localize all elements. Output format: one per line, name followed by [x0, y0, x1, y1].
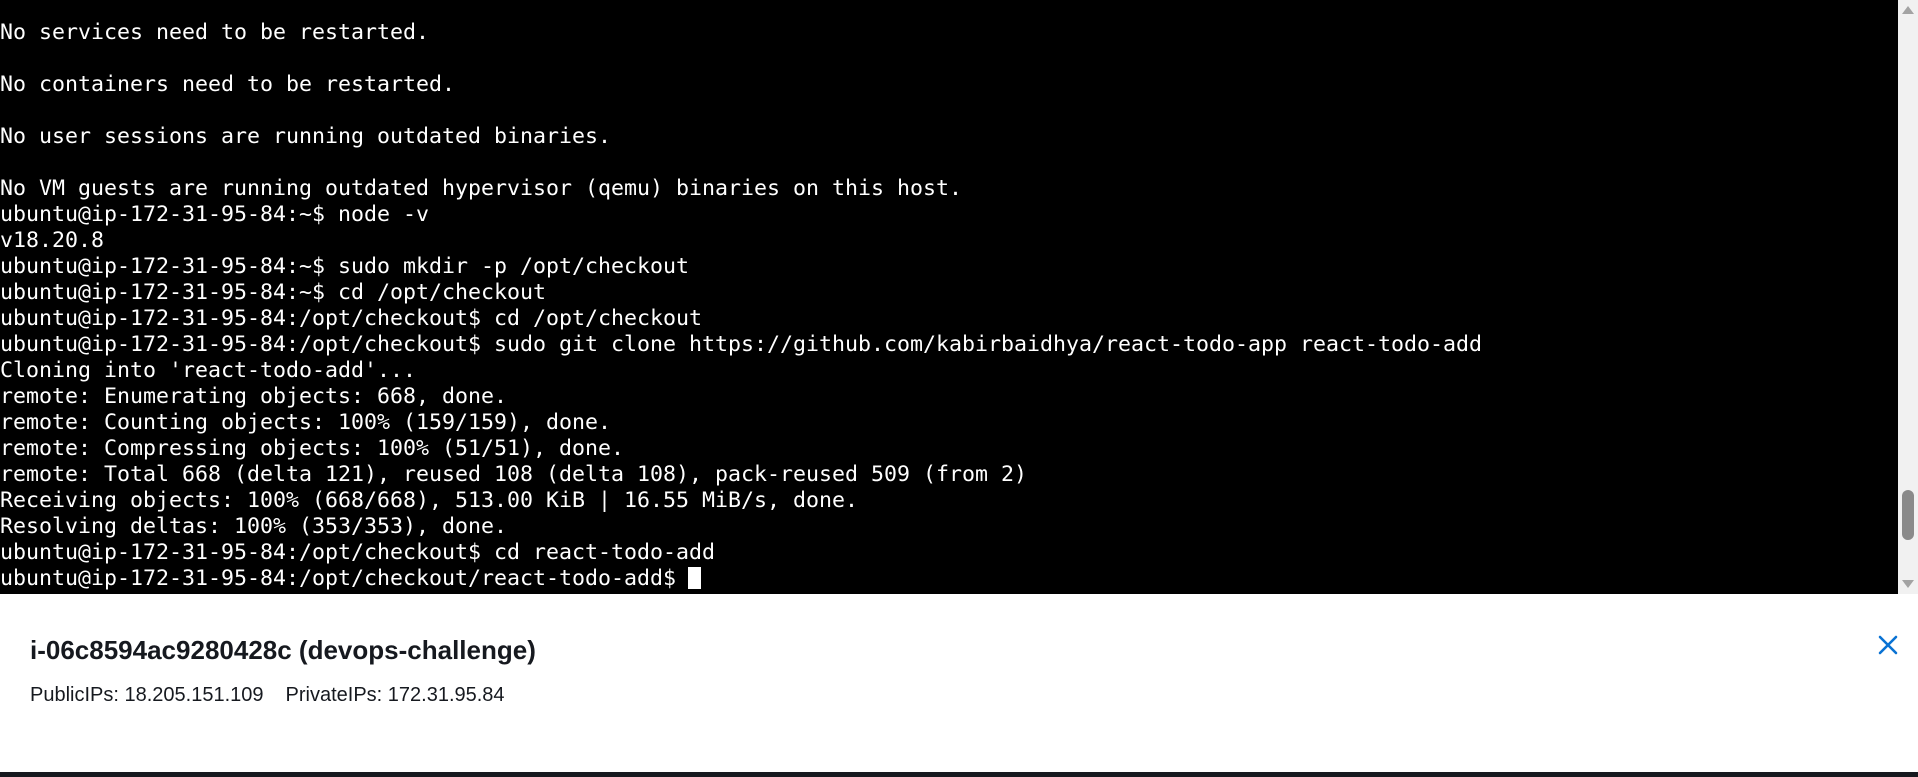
instance-title: i-06c8594ac9280428c (devops-challenge): [30, 635, 536, 665]
bottom-divider: [0, 772, 1918, 777]
terminal-line: remote: Total 668 (delta 121), reused 10…: [0, 462, 1028, 487]
close-button[interactable]: [1872, 629, 1904, 661]
public-ips: PublicIPs: 18.205.151.109: [30, 684, 264, 706]
chevron-down-icon[interactable]: [1902, 580, 1914, 588]
instance-ips: PublicIPs: 18.205.151.109 PrivateIPs: 172…: [30, 684, 505, 707]
terminal-screen[interactable]: No services need to be restarted. No con…: [0, 0, 1898, 594]
terminal-line: remote: Enumerating objects: 668, done.: [0, 384, 508, 409]
terminal-line: ubuntu@ip-172-31-95-84:/opt/checkout$ cd…: [0, 540, 716, 565]
terminal-line: remote: Compressing objects: 100% (51/51…: [0, 436, 625, 461]
terminal-line: remote: Counting objects: 100% (159/159)…: [0, 410, 612, 435]
chevron-up-icon[interactable]: [1902, 6, 1914, 14]
terminal-prompt-line[interactable]: ubuntu@ip-172-31-95-84:/opt/checkout/rea…: [0, 566, 1482, 592]
terminal-line: ubuntu@ip-172-31-95-84:~$ cd /opt/checko…: [0, 280, 547, 305]
terminal-prompt: ubuntu@ip-172-31-95-84:/opt/checkout/rea…: [0, 566, 677, 591]
terminal-line: ubuntu@ip-172-31-95-84:~$ node -v: [0, 202, 430, 227]
terminal-line: Receiving objects: 100% (668/668), 513.0…: [0, 488, 859, 513]
instance-info-panel: i-06c8594ac9280428c (devops-challenge) P…: [0, 594, 1918, 772]
terminal-line: Cloning into 'react-todo-add'...: [0, 358, 417, 383]
terminal-line: No user sessions are running outdated bi…: [0, 124, 612, 149]
terminal-line: ubuntu@ip-172-31-95-84:/opt/checkout$ cd…: [0, 306, 703, 331]
terminal-line: ubuntu@ip-172-31-95-84:~$ sudo mkdir -p …: [0, 254, 690, 279]
close-icon: [1878, 635, 1898, 655]
terminal-line: No containers need to be restarted.: [0, 72, 456, 97]
terminal-output: No services need to be restarted. No con…: [0, 20, 1482, 592]
terminal-line: No services need to be restarted.: [0, 20, 430, 45]
terminal-line: ubuntu@ip-172-31-95-84:/opt/checkout$ su…: [0, 332, 1483, 357]
terminal-line: Resolving deltas: 100% (353/353), done.: [0, 514, 508, 539]
terminal-line: v18.20.8: [0, 228, 105, 253]
terminal-cursor: [688, 567, 702, 589]
private-ips: PrivateIPs: 172.31.95.84: [285, 684, 505, 706]
terminal-line: No VM guests are running outdated hyperv…: [0, 176, 963, 201]
scrollbar-thumb[interactable]: [1902, 490, 1914, 541]
terminal-scrollbar[interactable]: [1898, 0, 1918, 594]
